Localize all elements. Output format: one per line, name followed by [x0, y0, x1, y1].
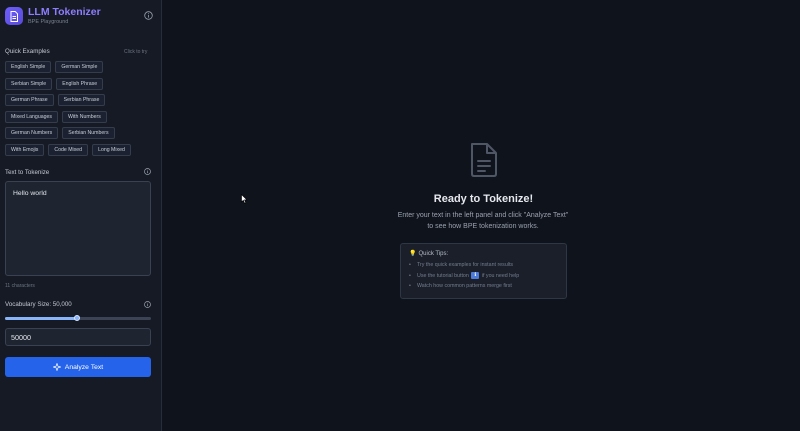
ready-title: Ready to Tokenize!	[433, 193, 534, 205]
document-icon	[469, 142, 499, 178]
tip-item: Use the tutorial button ℹ if you need he…	[409, 271, 558, 282]
example-chip-serbian-numbers[interactable]: Serbian Numbers	[62, 127, 115, 139]
example-chip-german-numbers[interactable]: German Numbers	[5, 127, 59, 139]
app-subtitle: BPE Playground	[28, 19, 69, 25]
tip-item: Watch how common patterns merge first	[409, 281, 558, 292]
mouse-cursor-icon	[241, 191, 248, 204]
example-chip-german-phrase[interactable]: German Phrase	[5, 94, 54, 106]
vocab-size-input[interactable]: 50000	[5, 328, 151, 346]
example-chip-with-emojis[interactable]: With Emojis	[5, 143, 45, 156]
example-chip-with-numbers[interactable]: With Numbers	[61, 110, 107, 123]
example-chip-long-mixed[interactable]: Long Mixed	[92, 143, 131, 156]
char-count: 11 characters	[5, 283, 35, 289]
app-header: LLM Tokenizer BPE Playground	[5, 6, 155, 28]
vocab-size-slider[interactable]	[5, 314, 151, 321]
text-input-label: Text to Tokenize	[5, 169, 50, 176]
sidebar: LLM Tokenizer BPE Playground Quick Examp…	[0, 0, 162, 431]
text-info-icon[interactable]	[144, 168, 151, 175]
example-chip-german-simple[interactable]: German Simple	[55, 61, 104, 73]
example-chip-english-simple[interactable]: English Simple	[5, 61, 52, 73]
example-chip-mixed-languages[interactable]: Mixed Languages	[5, 110, 58, 123]
tips-title-text: Quick Tips:	[418, 250, 449, 257]
example-chip-code-mixed[interactable]: Code Mixed	[48, 143, 89, 156]
quick-examples-hint: Click to try	[124, 49, 148, 55]
info-icon: ℹ	[471, 271, 480, 279]
lightbulb-icon: 💡	[409, 251, 417, 257]
tip-text-before: Use the tutorial button	[417, 272, 469, 279]
sparkle-icon	[52, 363, 61, 371]
file-text-icon	[5, 7, 23, 25]
example-chip-serbian-phrase[interactable]: Serbian Phrase	[57, 94, 106, 106]
main-panel: Ready to Tokenize! Enter your text in th…	[163, 0, 800, 431]
quick-examples-title: Quick Examples	[5, 48, 50, 55]
analyze-button-label: Analyze Text	[64, 363, 104, 371]
tip-text-after: if you need help	[481, 272, 520, 279]
vocab-size-label: Vocabulary Size: 50,000	[5, 301, 72, 308]
quick-tips-card: 💡 Quick Tips: Try the quick examples for…	[400, 243, 567, 299]
vocab-info-icon[interactable]	[144, 301, 151, 308]
quick-tips-title: 💡 Quick Tips:	[409, 250, 558, 258]
example-chip-english-phrase[interactable]: English Phrase	[56, 77, 104, 90]
app-title: LLM Tokenizer	[28, 6, 101, 18]
quick-examples-list: English Simple German Simple Serbian Sim…	[5, 61, 155, 160]
slider-thumb[interactable]	[73, 314, 80, 321]
info-icon[interactable]	[144, 11, 153, 20]
slider-fill	[5, 317, 77, 320]
analyze-button[interactable]: Analyze Text	[5, 357, 151, 377]
example-chip-serbian-simple[interactable]: Serbian Simple	[5, 77, 53, 90]
tips-list: Try the quick examples for instant resul…	[409, 260, 558, 292]
text-input[interactable]: Hello world	[5, 181, 151, 276]
ready-description: Enter your text in the left panel and cl…	[397, 212, 569, 230]
tip-item: Try the quick examples for instant resul…	[409, 260, 558, 271]
